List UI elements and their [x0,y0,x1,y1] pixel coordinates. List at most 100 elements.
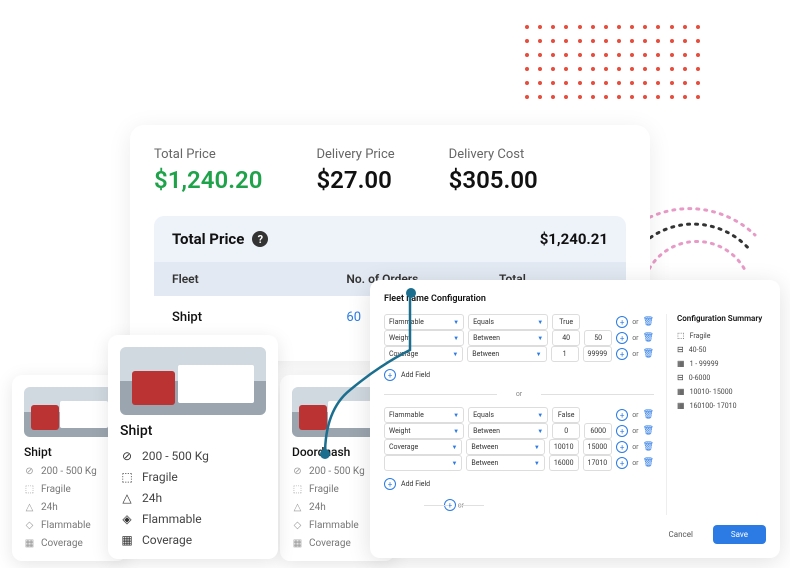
attr-fragile: Fragile [142,470,178,484]
plus-icon[interactable]: + [616,425,628,437]
summary-icon: ⊟ [677,373,684,382]
delete-icon[interactable]: 🗑 [643,426,654,436]
or-label: or [632,334,638,342]
plus-icon[interactable]: + [616,457,628,469]
delete-icon[interactable]: 🗑 [643,410,654,420]
or-label: or [632,443,638,451]
fleet-name: Shipt [120,423,266,439]
delete-icon[interactable]: 🗑 [643,458,654,468]
summary-item: ▦160100- 17010 [677,401,766,410]
field-select[interactable]: Flammable▼ [384,407,464,423]
value-input[interactable]: False [552,407,580,423]
fragile-icon: ⬚ [120,470,134,484]
operator-select[interactable]: Equals▼ [468,314,548,330]
attr-weight: 200 - 500 Kg [41,466,97,477]
save-button[interactable]: Save [713,525,766,544]
delivery-price: Delivery Price $27.00 [316,147,394,194]
plus-icon[interactable]: + [616,332,628,344]
plus-icon: + [384,369,396,381]
operator-select[interactable]: Between▼ [468,423,548,439]
help-icon[interactable]: ? [252,231,268,247]
attr-flammable: Flammable [309,520,359,531]
plus-icon[interactable]: + [616,348,628,360]
summary-text: 10010- 15000 [690,388,733,396]
summary-title: Configuration Summary [677,314,766,323]
attr-time: 24h [142,491,162,505]
attr-coverage: Coverage [309,538,351,549]
field-select[interactable]: Coverage▼ [384,346,463,362]
field-select[interactable]: Flammable▼ [384,314,464,330]
summary-text: 0-6000 [689,374,711,382]
attr-flammable: Flammable [142,512,202,526]
summary-item: ⊟ 0-6000 [677,373,766,382]
value-input[interactable]: 40 [552,330,580,346]
value-input[interactable]: 0 [552,423,580,439]
or-label: or [458,502,464,510]
row-fleet: Shipt [172,310,346,325]
field-select[interactable]: Weight▼ [384,423,464,439]
field-select[interactable]: Coverage▼ [384,439,462,455]
summary-icon: ⊟ [677,345,684,354]
or-label: or [632,459,638,467]
or-label: or [632,318,638,326]
weight-icon: ⊘ [292,466,303,477]
value-input[interactable]: 15000 [583,439,613,455]
cancel-button[interactable]: Cancel [657,525,705,544]
add-field-button[interactable]: +Add Field [384,478,654,490]
plus-icon[interactable]: + [444,499,456,511]
operator-select[interactable]: Between▼ [467,346,546,362]
rule-row: Coverage▼Between▼ 199999+ or 🗑 [384,346,654,362]
plus-icon[interactable]: + [616,316,628,328]
attr-time: 24h [309,502,326,513]
summary-item: ▦10010- 15000 [677,387,766,396]
flammable-icon: ◇ [24,520,35,531]
rule-row: Flammable▼Equals▼True + or 🗑 [384,314,654,330]
time-icon: △ [24,502,35,513]
operator-select[interactable]: Between▼ [468,330,548,346]
summary-item: ▦1 - 99999 [677,359,766,368]
summary-text: 40-50 [689,346,707,354]
value-input[interactable]: 10010 [549,439,579,455]
field-select[interactable]: ▼ [384,455,462,471]
value-input[interactable]: 50 [584,330,612,346]
operator-select[interactable]: Equals▼ [468,407,548,423]
value-input[interactable]: True [552,314,580,330]
delivery-price-value: $27.00 [316,166,394,194]
value-input[interactable]: 1 [551,346,579,362]
inner-total-value: $1,240.21 [540,230,608,248]
operator-select[interactable]: Between▼ [466,439,544,455]
total-price: Total Price $1,240.20 [154,147,262,194]
delete-icon[interactable]: 🗑 [643,333,654,343]
delivery-cost-label: Delivery Cost [449,147,538,162]
time-icon: △ [292,502,303,513]
value-input[interactable]: 17010 [583,455,613,471]
decorative-dots [525,25,705,105]
rule-row: ▼Between▼ 1600017010+ or 🗑 [384,455,654,471]
value-input[interactable]: 16000 [549,455,579,471]
fragile-icon: ⬚ [24,484,35,495]
summary-icon: ▦ [677,359,685,368]
connector-node [320,449,330,459]
or-label: or [632,427,638,435]
truck-image [120,347,266,415]
value-input[interactable]: 6000 [584,423,612,439]
fleet-card-shipt-big[interactable]: Shipt ⊘200 - 500 Kg ⬚Fragile △24h ◈Flamm… [108,335,278,559]
delete-icon[interactable]: 🗑 [643,349,654,359]
plus-icon[interactable]: + [616,409,628,421]
col-fleet: Fleet [172,272,346,286]
value-input[interactable]: 99999 [583,346,613,362]
rule-row: Weight▼Between▼4050 + or 🗑 [384,330,654,346]
rule-row: Flammable▼Equals▼False+or🗑 [384,407,654,423]
plus-icon[interactable]: + [616,441,628,453]
delete-icon[interactable]: 🗑 [643,317,654,327]
fragile-icon: ⬚ [292,484,303,495]
rule-row: Weight▼Between▼06000 + or 🗑 [384,423,654,439]
plus-icon: + [384,478,396,490]
attr-flammable: Flammable [41,520,91,531]
delete-icon[interactable]: 🗑 [643,442,654,452]
summary-icon: ⬚ [677,331,685,340]
field-select[interactable]: Weight▼ [384,330,464,346]
or-label: or [632,350,638,358]
operator-select[interactable]: Between▼ [466,455,544,471]
add-field-button[interactable]: +Add Field [384,369,654,381]
